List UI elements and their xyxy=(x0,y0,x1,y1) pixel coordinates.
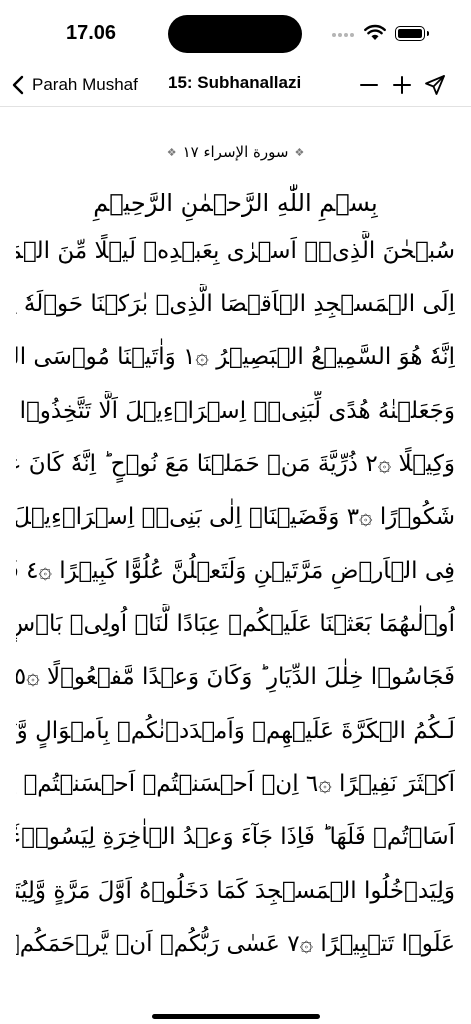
surah-header-title: سورة الإسراء ١٧ xyxy=(182,143,289,161)
page-title: 15: Subhanallazi xyxy=(168,73,302,92)
zoom-in-button[interactable] xyxy=(388,71,416,99)
verse-line: اِنَّهٗ هُوَ السَّمِيۡعُ الۡبَصِيۡرُ ۞١ … xyxy=(16,344,455,370)
zoom-out-button[interactable] xyxy=(355,71,383,99)
home-indicator[interactable] xyxy=(152,1014,320,1019)
battery-icon xyxy=(395,26,429,41)
verse-line: فَجَاسُوۡا خِلٰلَ الدِّيَارِ ‌ؕ وَكَانَ … xyxy=(16,664,455,690)
back-button-label: Parah Mushaf xyxy=(32,75,138,94)
plus-icon xyxy=(393,76,411,94)
back-button[interactable]: Parah Mushaf xyxy=(12,70,138,100)
paper-plane-icon xyxy=(425,75,445,95)
mushaf-page[interactable]: ❖ سورة الإسراء ١٧ ❖ بِسۡمِ اللّٰهِ الرَّ… xyxy=(0,107,471,1024)
verse-line: اَكۡثَرَ نَفِيۡرًا ۞٦ اِنۡ اَحۡسَنۡتُمۡ … xyxy=(16,771,455,797)
cellular-signal-icon xyxy=(332,31,356,39)
basmala: بِسۡمِ اللّٰهِ الرَّحۡمٰنِ الرَّحِيۡمِ xyxy=(93,189,378,217)
verse-line: شَكُوۡرًا ۞٣ وَقَضَيۡنَاۤ اِلٰى بَنِىۡۤ … xyxy=(16,504,455,530)
surah-header: ❖ سورة الإسراء ١٧ ❖ xyxy=(0,143,471,161)
verse-line: سُبۡحٰنَ الَّذِىۡۤ اَسۡرٰى بِعَبۡدِهٖ لَ… xyxy=(16,238,455,264)
verse-line: عَلَوۡا تَتۡبِيۡرًا ۞٧ عَسٰى رَبُّكُمۡ ا… xyxy=(16,931,455,957)
minus-icon xyxy=(360,84,378,86)
wifi-icon xyxy=(364,24,386,40)
navigation-bar: Parah Mushaf 15: Subhanallazi xyxy=(0,64,471,107)
dynamic-island xyxy=(168,15,302,53)
verse-line: اَسَاۡتُمۡ فَلَهَا ؕ فَاِذَا جَآءَ وَعۡد… xyxy=(16,824,455,850)
verse-line: وَكِيۡلًا ۞٢ ذُرِّيَّةَ مَنۡ حَمَلۡنَا م… xyxy=(16,451,455,477)
verse-line: اِلَى الۡمَسۡجِدِ الۡاَقۡصَا الَّذِىۡ بٰ… xyxy=(16,291,455,317)
status-bar: 17.06 xyxy=(0,0,471,64)
verse-line: اُوۡلٰٮهُمَا بَعَثۡنَا عَلَيۡكُمۡ عِبَاد… xyxy=(16,611,455,637)
status-time: 17.06 xyxy=(66,22,117,44)
share-button[interactable] xyxy=(421,71,449,99)
chevron-left-icon xyxy=(12,75,24,95)
verse-line: وَجَعَلۡنٰهُ هُدًى لِّبَنِىۡۤ اِسۡرَاۤءِ… xyxy=(16,398,455,424)
ornament-right-icon: ❖ xyxy=(294,145,305,159)
verse-line: لَـكُمُ الۡكَرَّةَ عَلَيۡهِمۡ وَاَمۡدَدۡ… xyxy=(16,718,455,744)
verse-line: فِى الۡاَرۡضِ مَرَّتَيۡنِ وَلَتَعۡلُنَّ … xyxy=(16,558,455,584)
verse-line: وَلِيَدۡخُلُوا الۡمَسۡجِدَ كَمَا دَخَلُو… xyxy=(16,878,455,904)
ornament-left-icon: ❖ xyxy=(166,145,177,159)
